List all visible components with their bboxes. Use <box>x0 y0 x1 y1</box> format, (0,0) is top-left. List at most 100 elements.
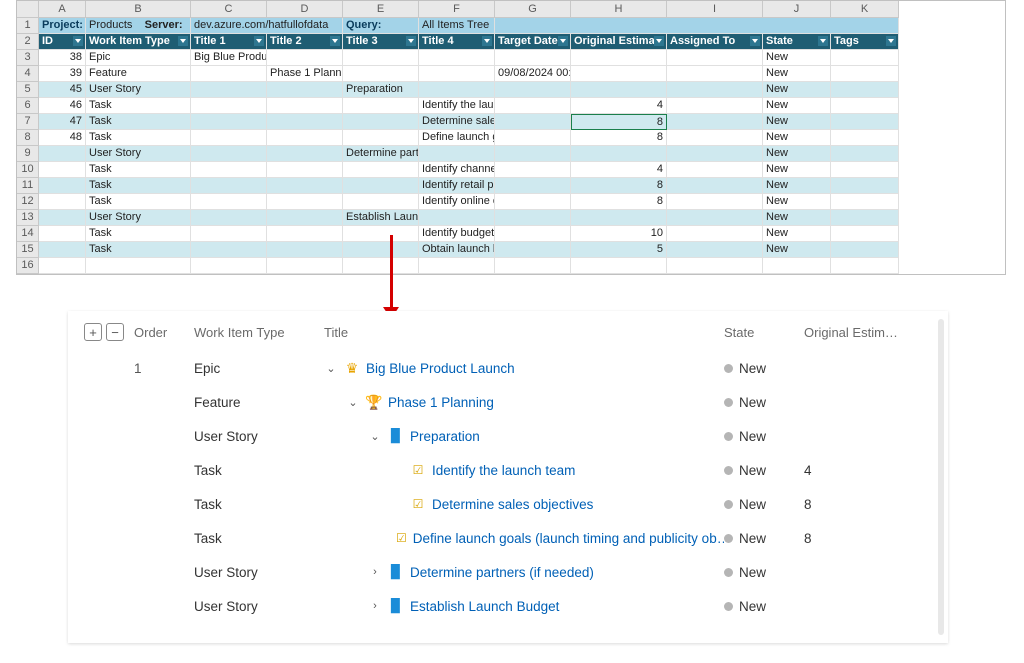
cell-date[interactable] <box>495 114 571 130</box>
cell-type[interactable]: User Story <box>86 210 191 226</box>
tree-row[interactable]: User Story›▉Establish Launch BudgetNew <box>84 589 932 623</box>
tree-title-link[interactable]: Determine partners (if needed) <box>410 565 594 580</box>
cell-id[interactable]: 46 <box>39 98 86 114</box>
cell-state[interactable]: New <box>763 242 831 258</box>
cell-id[interactable]: 39 <box>39 66 86 82</box>
cell-assign[interactable] <box>667 82 763 98</box>
cell-t4[interactable] <box>419 210 495 226</box>
cell-est[interactable] <box>571 258 667 274</box>
cell-assign[interactable] <box>667 146 763 162</box>
cell-type[interactable]: Task <box>86 162 191 178</box>
cell-tags[interactable] <box>831 114 899 130</box>
cell-assign[interactable] <box>667 178 763 194</box>
chevron-icon[interactable]: › <box>368 566 382 578</box>
cell-t2[interactable] <box>267 50 343 66</box>
select-all-corner[interactable] <box>17 1 39 18</box>
cell-t2[interactable]: Phase 1 Planning <box>267 66 343 82</box>
cell-state[interactable]: New <box>763 82 831 98</box>
cell-tags[interactable] <box>831 194 899 210</box>
cell-id[interactable] <box>39 146 86 162</box>
cell-assign[interactable] <box>667 210 763 226</box>
cell-tags[interactable] <box>831 162 899 178</box>
cell-state[interactable]: New <box>763 130 831 146</box>
cell-id[interactable] <box>39 226 86 242</box>
row-num[interactable]: 11 <box>17 178 39 194</box>
cell-t4[interactable] <box>419 146 495 162</box>
row-num[interactable]: 10 <box>17 162 39 178</box>
cell-t4[interactable]: Determine sales objectives <box>419 114 495 130</box>
tree-title-cell[interactable]: ›▉Determine partners (if needed) <box>324 564 724 580</box>
cell-t1[interactable] <box>191 130 267 146</box>
row-num[interactable]: 15 <box>17 242 39 258</box>
cell-state[interactable]: New <box>763 114 831 130</box>
cell-type[interactable]: Task <box>86 98 191 114</box>
row-num[interactable]: 2 <box>17 34 39 50</box>
tree-title-cell[interactable]: ⌄▉Preparation <box>324 428 724 444</box>
cell-t1[interactable] <box>191 146 267 162</box>
cell-tags[interactable] <box>831 130 899 146</box>
cell-est[interactable]: 5 <box>571 242 667 258</box>
cell-t2[interactable] <box>267 258 343 274</box>
cell-t4[interactable]: Identify channel partners <box>419 162 495 178</box>
cell-date[interactable] <box>495 258 571 274</box>
cell-t1[interactable] <box>191 178 267 194</box>
chevron-icon[interactable]: ⌄ <box>324 362 338 375</box>
cell-id[interactable] <box>39 178 86 194</box>
cell-assign[interactable] <box>667 162 763 178</box>
cell-id[interactable] <box>39 162 86 178</box>
collapse-all-button[interactable]: − <box>106 323 124 341</box>
cell-assign[interactable] <box>667 242 763 258</box>
cell-date[interactable] <box>495 194 571 210</box>
row-num[interactable]: 4 <box>17 66 39 82</box>
cell-est[interactable]: 10 <box>571 226 667 242</box>
cell-state[interactable] <box>763 258 831 274</box>
cell-t1[interactable] <box>191 82 267 98</box>
tree-title-cell[interactable]: ⌄♛Big Blue Product Launch <box>324 360 724 376</box>
cell-id[interactable] <box>39 242 86 258</box>
cell-t3[interactable] <box>343 98 419 114</box>
cell-t2[interactable] <box>267 194 343 210</box>
tree-row[interactable]: Task☑Define launch goals (launch timing … <box>84 521 932 555</box>
cell-t4[interactable]: Identify retail partners <box>419 178 495 194</box>
cell-id[interactable] <box>39 210 86 226</box>
tree-row[interactable]: User Story›▉Determine partners (if neede… <box>84 555 932 589</box>
tree-title-link[interactable]: Phase 1 Planning <box>388 395 494 410</box>
tree-title-link[interactable]: Determine sales objectives <box>432 497 593 512</box>
cell-t1[interactable] <box>191 210 267 226</box>
tree-row[interactable]: Task☑Identify the launch teamNew4 <box>84 453 932 487</box>
filter-icon[interactable] <box>886 36 896 46</box>
cell-assign[interactable] <box>667 226 763 242</box>
filter-icon[interactable] <box>73 36 83 46</box>
cell-type[interactable]: Task <box>86 226 191 242</box>
cell-est[interactable]: 8 <box>571 178 667 194</box>
row-num[interactable]: 14 <box>17 226 39 242</box>
cell-t1[interactable] <box>191 194 267 210</box>
cell-t1[interactable] <box>191 98 267 114</box>
cell-t4[interactable] <box>419 50 495 66</box>
hdr-type[interactable]: Work Item Type <box>86 34 191 50</box>
filter-icon[interactable] <box>818 36 828 46</box>
cell-type[interactable]: Task <box>86 130 191 146</box>
filter-icon[interactable] <box>254 36 264 46</box>
cell-date[interactable] <box>495 82 571 98</box>
cell-state[interactable]: New <box>763 162 831 178</box>
cell-t3[interactable]: Establish Launch Budget <box>343 210 419 226</box>
tree-row[interactable]: User Story⌄▉PreparationNew <box>84 419 932 453</box>
cell-date[interactable]: 09/08/2024 00:00 <box>495 66 571 82</box>
tree-row[interactable]: Feature⌄🏆Phase 1 PlanningNew <box>84 385 932 419</box>
cell-tags[interactable] <box>831 98 899 114</box>
cell-t2[interactable] <box>267 98 343 114</box>
cell-state[interactable]: New <box>763 146 831 162</box>
expand-all-button[interactable]: + <box>84 323 102 341</box>
cell-type[interactable]: User Story <box>86 82 191 98</box>
filter-icon[interactable] <box>482 36 492 46</box>
hdr-tags[interactable]: Tags <box>831 34 899 50</box>
cell-tags[interactable] <box>831 50 899 66</box>
row-num[interactable]: 1 <box>17 18 39 34</box>
hdr-title3[interactable]: Title 3 <box>343 34 419 50</box>
cell-t4[interactable] <box>419 258 495 274</box>
col-A[interactable]: A <box>39 1 86 18</box>
cell-t2[interactable] <box>267 178 343 194</box>
cell-id[interactable]: 47 <box>39 114 86 130</box>
cell-est[interactable] <box>571 146 667 162</box>
